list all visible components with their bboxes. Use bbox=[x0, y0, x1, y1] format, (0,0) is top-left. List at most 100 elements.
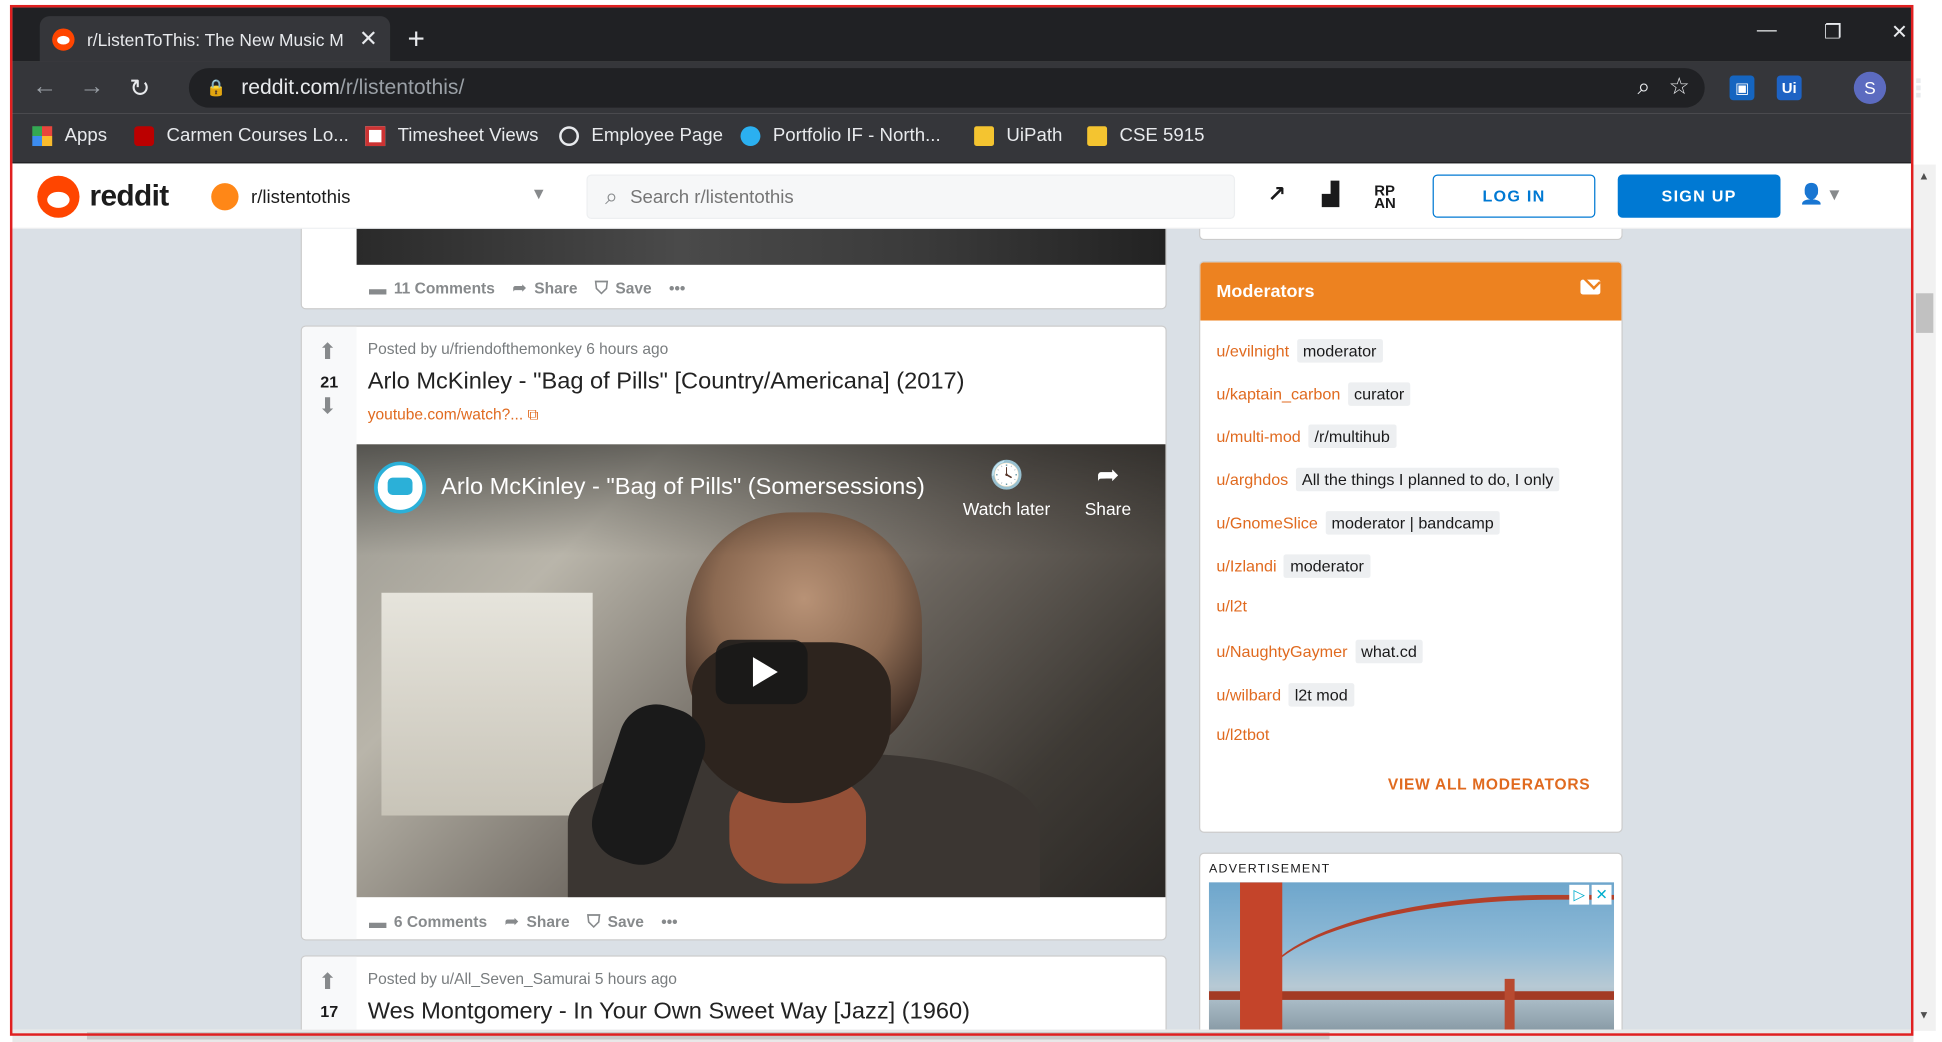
bookmark-uipath[interactable]: UiPath bbox=[974, 125, 1062, 146]
rpan-icon[interactable]: RP AN bbox=[1374, 183, 1396, 210]
video-share-button[interactable]: ➦ Share bbox=[1085, 459, 1131, 518]
moderator-flair: curator bbox=[1347, 382, 1411, 406]
channel-avatar[interactable] bbox=[373, 461, 427, 514]
reload-icon[interactable]: ↻ bbox=[129, 73, 150, 104]
carmen-icon bbox=[134, 125, 155, 146]
scroll-down-icon[interactable]: ▼ bbox=[1918, 1009, 1929, 1021]
downvote-icon[interactable]: ⬇ bbox=[318, 394, 337, 420]
more-options-icon[interactable]: ••• bbox=[661, 913, 677, 930]
signup-button[interactable]: SIGN UP bbox=[1617, 174, 1781, 218]
trending-icon[interactable]: ↗ bbox=[1267, 182, 1286, 208]
moderator-flair: /r/multihub bbox=[1308, 424, 1397, 449]
moderator-flair: moderator bbox=[1284, 553, 1371, 578]
ad-choices: ▷ ✕ bbox=[1567, 884, 1612, 905]
moderator-flair: moderator bbox=[1296, 339, 1383, 363]
video-title[interactable]: Arlo McKinley - "Bag of Pills" (Somerses… bbox=[441, 474, 925, 501]
moderator-row: u/Izlandi moderator bbox=[1216, 553, 1371, 578]
save-button[interactable]: ⛉ Save bbox=[595, 277, 652, 298]
scrollbar-thumb[interactable] bbox=[1915, 293, 1934, 333]
comments-button[interactable]: ▬ 11 Comments bbox=[369, 278, 495, 298]
post-actions: ▬ 11 Comments ➦ Share ⛉ Save ••• bbox=[369, 277, 703, 298]
post-link[interactable]: youtube.com/watch?... ⧉ bbox=[368, 406, 539, 425]
leaderboard-icon[interactable]: ▟ bbox=[1322, 182, 1339, 208]
youtube-embed[interactable]: Arlo McKinley - "Bag of Pills" (Somerses… bbox=[356, 444, 1166, 898]
forward-icon[interactable]: → bbox=[80, 73, 105, 101]
watch-later-button[interactable]: 🕓 Watch later bbox=[963, 459, 1050, 518]
extension-shield-icon[interactable]: ▣ bbox=[1729, 75, 1755, 101]
bookmark-carmen[interactable]: Carmen Courses Lo... bbox=[134, 125, 349, 146]
horizontal-scrollbar-thumb[interactable] bbox=[86, 1032, 1330, 1040]
message-mods-icon[interactable] bbox=[1580, 279, 1601, 295]
moderator-username[interactable]: u/l2tbot bbox=[1216, 726, 1269, 745]
upvote-icon[interactable]: ⬆ bbox=[318, 969, 337, 995]
community-dropdown[interactable]: r/listentothis ▼ bbox=[211, 182, 547, 212]
bookmark-icon: ⛉ bbox=[587, 910, 601, 931]
new-tab-icon[interactable]: + bbox=[408, 22, 425, 57]
share-button[interactable]: ➦ Share bbox=[504, 911, 569, 932]
browser-tab-strip: r/ListenToThis: The New Music M ✕ + — ❐ … bbox=[12, 7, 1911, 62]
ad-bridge-tower bbox=[1240, 882, 1283, 1030]
close-tab-icon[interactable]: ✕ bbox=[359, 26, 378, 52]
back-icon[interactable]: ← bbox=[32, 73, 57, 101]
community-name: r/listentothis bbox=[250, 186, 351, 208]
moderator-username[interactable]: u/kaptain_carbon bbox=[1216, 384, 1340, 403]
play-button[interactable] bbox=[715, 639, 808, 705]
moderator-username[interactable]: u/multi-mod bbox=[1216, 427, 1300, 446]
vote-column: ⬆ 21 ⬇ bbox=[301, 326, 357, 940]
search-input[interactable] bbox=[630, 186, 1177, 208]
moderator-username[interactable]: u/NaughtyGaymer bbox=[1216, 642, 1347, 661]
moderators-header: Moderators bbox=[1200, 262, 1622, 321]
minimize-icon[interactable]: — bbox=[1757, 20, 1777, 42]
login-button[interactable]: LOG IN bbox=[1432, 174, 1596, 218]
moderator-username[interactable]: u/GnomeSlice bbox=[1216, 513, 1317, 532]
bookmarks-bar: Apps Carmen Courses Lo... Timesheet View… bbox=[12, 113, 1911, 164]
moderator-username[interactable]: u/Izlandi bbox=[1216, 556, 1276, 575]
post-card[interactable]: ⬆ 21 ⬇ Posted by u/friendofthemonkey 6 h… bbox=[300, 325, 1167, 941]
reddit-wordmark[interactable]: reddit bbox=[89, 179, 169, 214]
bookmark-apps[interactable]: Apps bbox=[32, 125, 107, 146]
globe-icon bbox=[559, 125, 580, 146]
post-media-thumbnail[interactable] bbox=[356, 228, 1166, 265]
profile-avatar[interactable]: S bbox=[1853, 71, 1887, 104]
horizontal-scrollbar[interactable] bbox=[12, 1029, 1914, 1042]
bookmark-timesheet[interactable]: Timesheet Views bbox=[365, 125, 538, 146]
address-bar[interactable]: 🔒 reddit.com/r/listentothis/ ⌕ ☆ bbox=[188, 68, 1705, 108]
more-options-icon[interactable]: ••• bbox=[669, 279, 685, 296]
zoom-icon[interactable]: ⌕ bbox=[1637, 74, 1650, 100]
save-button[interactable]: ⛉ Save bbox=[587, 911, 644, 932]
scroll-up-icon[interactable]: ▲ bbox=[1918, 170, 1929, 182]
post-card-previous[interactable]: ▬ 11 Comments ➦ Share ⛉ Save ••• bbox=[300, 228, 1167, 310]
url-host: reddit.com bbox=[241, 75, 340, 99]
external-link-icon: ⧉ bbox=[527, 405, 539, 424]
close-window-icon[interactable]: ✕ bbox=[1891, 20, 1908, 45]
browser-tab[interactable]: r/ListenToThis: The New Music M ✕ bbox=[39, 16, 391, 62]
restore-icon[interactable]: ❐ bbox=[1824, 20, 1842, 45]
adchoices-icon[interactable]: ▷ bbox=[1569, 884, 1590, 905]
bookmark-employee-page[interactable]: Employee Page bbox=[559, 125, 723, 146]
post-title[interactable]: Wes Montgomery - In Your Own Sweet Way [… bbox=[368, 999, 970, 1026]
view-all-moderators-link[interactable]: VIEW ALL MODERATORS bbox=[1388, 776, 1591, 793]
vertical-scrollbar[interactable]: ▲ ▼ bbox=[1913, 164, 1936, 1031]
bookmark-portfolio[interactable]: Portfolio IF - North... bbox=[740, 125, 941, 146]
user-menu-icon[interactable]: 👤 ▾ bbox=[1799, 182, 1839, 207]
close-ad-icon[interactable]: ✕ bbox=[1591, 884, 1612, 905]
post-title[interactable]: Arlo McKinley - "Bag of Pills" [Country/… bbox=[368, 369, 965, 396]
moderators-title: Moderators bbox=[1216, 281, 1315, 302]
post-card[interactable]: ⬆ 17 Posted by u/All_Seven_Samurai 5 hou… bbox=[300, 955, 1167, 1030]
search-box[interactable]: ⌕ bbox=[586, 174, 1236, 220]
uipath-extension-icon[interactable]: Ui bbox=[1776, 75, 1802, 101]
share-button[interactable]: ➦ Share bbox=[512, 277, 577, 298]
ad-image[interactable]: ▷ ✕ bbox=[1208, 882, 1615, 1030]
chrome-menu-icon[interactable]: ⋮ bbox=[1906, 73, 1931, 104]
moderator-username[interactable]: u/evilnight bbox=[1216, 342, 1289, 361]
moderator-username[interactable]: u/l2t bbox=[1216, 597, 1247, 616]
upvote-icon[interactable]: ⬆ bbox=[318, 339, 337, 365]
moderator-username[interactable]: u/arghdos bbox=[1216, 470, 1288, 489]
share-arrow-icon: ➦ bbox=[1096, 459, 1120, 491]
bookmark-star-icon[interactable]: ☆ bbox=[1669, 73, 1690, 101]
comments-button[interactable]: ▬ 6 Comments bbox=[369, 911, 487, 931]
bookmark-cse5915[interactable]: CSE 5915 bbox=[1087, 125, 1204, 146]
moderator-username[interactable]: u/wilbard bbox=[1216, 685, 1281, 704]
browser-toolbar: ← → ↻ 🔒 reddit.com/r/listentothis/ ⌕ ☆ ▣… bbox=[12, 61, 1931, 114]
reddit-logo-icon[interactable] bbox=[37, 175, 80, 218]
